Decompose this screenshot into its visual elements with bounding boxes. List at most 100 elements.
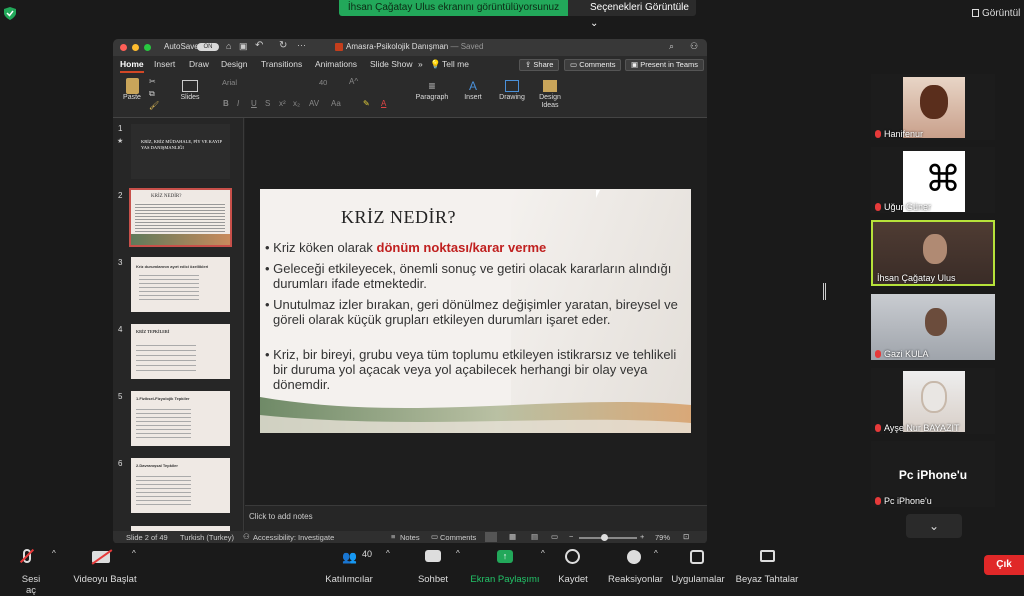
tab-transitions[interactable]: Transitions (261, 59, 302, 69)
maximize-window-button[interactable] (144, 44, 151, 51)
share-screen-button[interactable]: ↑ Ekran Paylaşımı (470, 543, 540, 585)
language-status[interactable]: Turkish (Turkey) (180, 533, 234, 542)
fit-slide-icon[interactable]: ⊡ (683, 532, 689, 541)
chat-options-caret[interactable]: ^ (456, 549, 460, 558)
tab-animations[interactable]: Animations (315, 59, 357, 69)
bold-icon[interactable]: B (223, 99, 229, 108)
change-case-icon[interactable]: Aa (331, 99, 341, 108)
thumbnail-slide-2[interactable]: KRİZ NEDİR? (129, 188, 232, 247)
participants-button[interactable]: 👥 40 Katılımcılar (320, 543, 378, 585)
share-options-caret[interactable]: ^ (541, 549, 545, 558)
participants-options-caret[interactable]: ^ (386, 549, 390, 558)
underline-icon[interactable]: U (251, 99, 257, 108)
zoom-slider[interactable] (579, 534, 637, 541)
copy-icon[interactable]: ⧉ (149, 89, 155, 99)
insert-button[interactable]: A Insert (459, 78, 487, 101)
minimize-window-button[interactable] (132, 44, 139, 51)
accessibility-status[interactable]: Accessibility: Investigate (253, 533, 334, 542)
font-color-icon[interactable]: A (381, 99, 386, 108)
design-ideas-button[interactable]: Design Ideas (535, 78, 565, 110)
zoom-out-icon[interactable]: − (569, 532, 573, 541)
slide-thumbnails-pane[interactable]: 1 ★ KRİZ, KRİZ MÜDAHALE, PİY VE KAYIP YA… (113, 118, 244, 531)
reactions-options-caret[interactable]: ^ (654, 549, 658, 558)
italic-icon[interactable]: I (237, 99, 239, 108)
superscript-icon[interactable]: x² (279, 99, 286, 108)
current-slide[interactable]: KRİZ NEDİR? • Kriz köken olarak dönüm no… (260, 189, 691, 433)
home-icon[interactable]: ⌂ (226, 41, 231, 51)
view-options-button[interactable]: Seçenekleri Görüntüle ⌄ (568, 0, 696, 29)
participant-tile[interactable]: Hanifenur (871, 74, 995, 140)
participant-tile-active-speaker[interactable]: İhsan Çağatay Ulus (871, 220, 995, 286)
notes-pane[interactable]: Click to add notes (245, 505, 707, 531)
comments-toggle[interactable]: Comments (440, 533, 476, 542)
tab-home[interactable]: Home (120, 59, 144, 73)
audio-options-caret[interactable]: ^ (52, 549, 56, 558)
gallery-scroll-down-button[interactable]: ⌄ (906, 514, 962, 538)
participant-tile[interactable]: ⌘ Uğur Güner (871, 147, 995, 213)
chat-button[interactable]: Sohbet (412, 543, 454, 585)
slide-sorter-icon[interactable]: ▦ (509, 532, 516, 541)
account-icon[interactable]: ⚇ (690, 41, 698, 52)
thumbnail-slide-3[interactable]: Kriz durumlarının ayırt edici özellikler… (131, 257, 230, 312)
comments-button[interactable]: ▭ Comments (564, 59, 622, 71)
thumbnail-slide-6[interactable]: 2.Davranışsal Tepkiler (131, 458, 230, 513)
slideshow-view-icon[interactable]: ▭ (551, 532, 558, 541)
undo-icon[interactable]: ↶ (255, 40, 263, 51)
present-in-teams-button[interactable]: ▣ Present in Teams (625, 59, 704, 71)
tab-slide-show[interactable]: Slide Show (370, 59, 413, 69)
panel-resize-handle[interactable] (823, 283, 826, 300)
unmute-button[interactable]: Sesi aç (10, 543, 52, 596)
thumb-3-body (139, 272, 199, 302)
zoom-in-icon[interactable]: + (640, 532, 644, 541)
more-tabs-icon[interactable]: » (418, 59, 423, 69)
apps-button[interactable]: Uygulamalar (670, 543, 726, 585)
thumbnail-slide-5[interactable]: 1.Fiziksel-Fizyolojik Tepkiler (131, 391, 230, 446)
whiteboards-button[interactable]: Beyaz Tahtalar (734, 543, 800, 585)
leave-meeting-button[interactable]: Çık (984, 555, 1024, 575)
tell-me-field[interactable]: Tell me (442, 59, 469, 69)
paragraph-button[interactable]: ≡ Paragraph (415, 78, 449, 101)
strikethrough-icon[interactable]: S (265, 99, 270, 108)
shield-icon[interactable] (4, 7, 16, 20)
thumbnail-slide-4[interactable]: KRİZ TEPKİLERİ (131, 324, 230, 379)
font-increase-icon[interactable]: A^ (349, 77, 358, 86)
slide-bullet-1[interactable]: • Kriz köken olarak dönüm noktası/karar … (265, 240, 687, 255)
tab-insert[interactable]: Insert (154, 59, 175, 69)
reading-view-icon[interactable]: ▤ (531, 532, 538, 541)
slide-bullet-2[interactable]: • Geleceği etkileyecek, önemli sonuç ve … (265, 261, 687, 291)
view-button[interactable]: Görüntül (972, 8, 1020, 19)
participant-tile[interactable]: Pc iPhone'u Pc iPhone'u (871, 441, 995, 507)
slide-bullet-3[interactable]: • Unutulmaz izler bırakan, geri dönülmez… (265, 297, 687, 327)
participant-tile[interactable]: Ayşe Nur BAYAZIT (871, 368, 995, 434)
format-painter-icon[interactable]: 🖌 (149, 101, 159, 110)
thumbnail-slide-1[interactable]: KRİZ, KRİZ MÜDAHALE, PİY VE KAYIP YAS DA… (131, 124, 230, 179)
slide-title[interactable]: KRİZ NEDİR? (341, 207, 456, 228)
video-options-caret[interactable]: ^ (132, 549, 136, 558)
zoom-slider-thumb[interactable] (601, 534, 608, 541)
tab-draw[interactable]: Draw (189, 59, 209, 69)
tab-design[interactable]: Design (221, 59, 247, 69)
document-title[interactable]: Amasra-Psikolojik Danışman — Saved (346, 42, 483, 51)
redo-icon[interactable]: ↻ (279, 40, 287, 51)
share-button[interactable]: ⇪ Share (519, 59, 560, 71)
paste-button[interactable]: Paste (121, 78, 143, 101)
font-family-select[interactable]: Arial (219, 78, 315, 90)
highlight-icon[interactable]: ✎ (363, 99, 370, 108)
font-size-select[interactable]: 40 (319, 78, 343, 90)
zoom-level[interactable]: 79% (655, 533, 670, 542)
slides-button[interactable]: Slides (177, 78, 203, 101)
drawing-button[interactable]: Drawing (497, 78, 527, 101)
subscript-icon[interactable]: x₂ (293, 99, 300, 108)
start-video-button[interactable]: Videoyu Başlat (70, 543, 137, 585)
save-icon[interactable]: ▣ (239, 41, 248, 52)
notes-toggle[interactable]: Notes (400, 533, 420, 542)
record-button[interactable]: Kaydet (552, 543, 594, 585)
normal-view-icon[interactable] (485, 532, 497, 542)
more-icon[interactable]: ··· (297, 40, 306, 50)
search-icon[interactable]: ⌕ (669, 41, 674, 52)
autosave-toggle[interactable]: ON (197, 43, 219, 51)
cut-icon[interactable]: ✂ (149, 77, 156, 86)
participant-tile[interactable]: Gazi KULA (871, 294, 995, 360)
char-spacing-icon[interactable]: AV (309, 99, 319, 108)
close-window-button[interactable] (120, 44, 127, 51)
